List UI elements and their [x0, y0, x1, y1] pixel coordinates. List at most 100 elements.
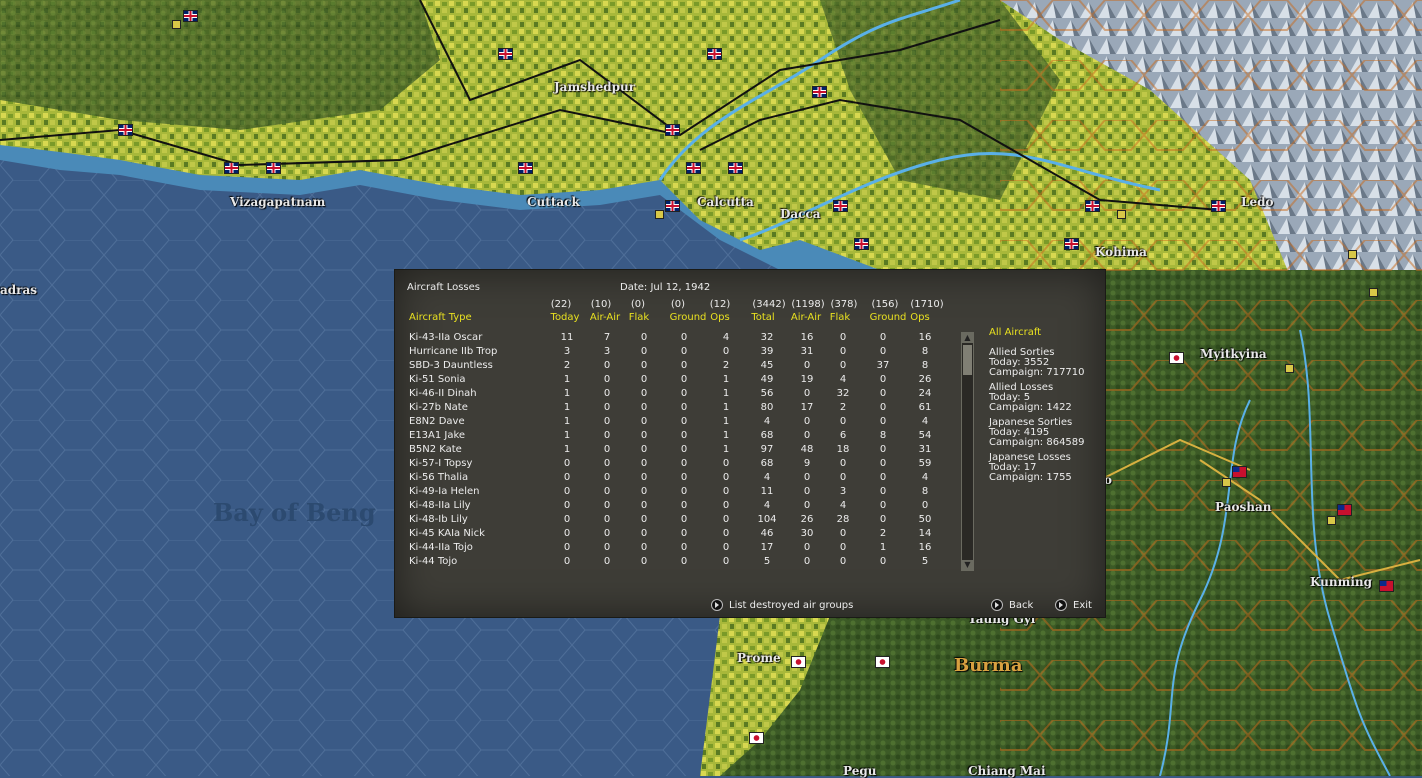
- loss-value-cell: 4: [763, 472, 771, 483]
- loss-value-cell: 8: [921, 486, 929, 497]
- table-row[interactable]: SBD-3 Dauntless 2 0 0 0 2 45 0 0 37 8: [409, 360, 949, 374]
- loss-value-cell: 32: [836, 388, 850, 399]
- british-unit-flag[interactable]: [1085, 200, 1100, 212]
- column-header-total[interactable]: Total: [743, 312, 783, 323]
- column-header-ops[interactable]: Ops: [700, 312, 740, 323]
- list-destroyed-air-groups-button[interactable]: List destroyed air groups: [711, 599, 853, 611]
- table-row[interactable]: B5N2 Kate 1 0 0 0 1 97 48 18 0 31: [409, 444, 949, 458]
- loss-value-cell: 0: [839, 360, 847, 371]
- table-row[interactable]: Ki-44-IIa Tojo 0 0 0 0 0 17 0 0 1 16: [409, 542, 949, 556]
- arrow-icon: [991, 599, 1003, 611]
- british-unit-flag[interactable]: [728, 162, 743, 174]
- british-unit-flag[interactable]: [1064, 238, 1079, 250]
- base-marker[interactable]: [655, 210, 664, 219]
- map-label-paoshan[interactable]: Paoshan: [1215, 500, 1271, 514]
- column-header-aircraft-type[interactable]: Aircraft Type: [409, 312, 472, 323]
- loss-value-cell: 0: [722, 500, 730, 511]
- british-unit-flag[interactable]: [183, 10, 198, 22]
- map-label-calcutta[interactable]: Calcutta: [697, 195, 754, 209]
- table-row[interactable]: Ki-46-II Dinah 1 0 0 0 1 56 0 32 0 24: [409, 388, 949, 402]
- exit-button[interactable]: Exit: [1055, 599, 1092, 611]
- table-row[interactable]: Ki-45 KAIa Nick 0 0 0 0 0 46 30 0 2 14: [409, 528, 949, 542]
- map-label-vizagapatnam[interactable]: Vizagapatnam: [230, 195, 325, 209]
- table-row[interactable]: Ki-56 Thalia 0 0 0 0 0 4 0 0 0 4: [409, 472, 949, 486]
- back-button[interactable]: Back: [991, 599, 1033, 611]
- base-marker[interactable]: [172, 20, 181, 29]
- japanese-unit-flag[interactable]: [875, 656, 890, 668]
- table-row[interactable]: Ki-48-IIa Lily 0 0 0 0 0 4 0 4 0 0: [409, 500, 949, 514]
- map-label-cuttack[interactable]: Cuttack: [527, 195, 580, 209]
- british-unit-flag[interactable]: [707, 48, 722, 60]
- british-unit-flag[interactable]: [686, 162, 701, 174]
- table-row[interactable]: Ki-49-Ia Helen 0 0 0 0 0 11 0 3 0 8: [409, 486, 949, 500]
- loss-value-cell: 8: [921, 360, 929, 371]
- loss-value-cell: 0: [640, 416, 648, 427]
- map-label-jamshedpur[interactable]: Jamshedpur: [554, 80, 635, 94]
- chinese-unit-flag[interactable]: [1337, 504, 1352, 516]
- map-label-bay-of-bengal: Bay of Beng: [213, 498, 376, 527]
- base-marker[interactable]: [1285, 364, 1294, 373]
- table-row[interactable]: E8N2 Dave 1 0 0 0 1 4 0 0 0 4: [409, 416, 949, 430]
- loss-value-cell: 0: [839, 472, 847, 483]
- table-row[interactable]: Ki-48-Ib Lily 0 0 0 0 0 104 26 28 0 50: [409, 514, 949, 528]
- loss-value-cell: 0: [803, 486, 811, 497]
- table-scrollbar[interactable]: ▲ ▼: [961, 332, 974, 571]
- map-label-ledo[interactable]: Ledo: [1241, 195, 1273, 209]
- loss-value-cell: 59: [918, 458, 932, 469]
- chinese-unit-flag[interactable]: [1232, 466, 1247, 478]
- map-label-prome[interactable]: Prome: [737, 651, 781, 665]
- scroll-up-arrow-icon[interactable]: ▲: [962, 333, 973, 343]
- british-unit-flag[interactable]: [224, 162, 239, 174]
- table-row[interactable]: Hurricane IIb Trop 3 3 0 0 0 39 31 0 0 8: [409, 346, 949, 360]
- british-unit-flag[interactable]: [665, 124, 680, 136]
- british-unit-flag[interactable]: [833, 200, 848, 212]
- base-marker[interactable]: [1369, 288, 1378, 297]
- aircraft-type-cell: Ki-51 Sonia: [409, 374, 466, 385]
- british-unit-flag[interactable]: [854, 238, 869, 250]
- column-header-ops-total[interactable]: Ops: [900, 312, 940, 323]
- table-row[interactable]: Ki-27b Nate 1 0 0 0 1 80 17 2 0 61: [409, 402, 949, 416]
- japanese-unit-flag[interactable]: [1169, 352, 1184, 364]
- scroll-thumb[interactable]: [963, 345, 972, 375]
- loss-value-cell: 19: [800, 374, 814, 385]
- map-label-madras[interactable]: adras: [0, 283, 37, 297]
- loss-value-cell: 0: [680, 360, 688, 371]
- chinese-unit-flag[interactable]: [1379, 580, 1394, 592]
- base-marker[interactable]: [1222, 478, 1231, 487]
- map-label-dacca[interactable]: Dacca: [780, 207, 821, 221]
- loss-value-cell: 0: [803, 430, 811, 441]
- table-row[interactable]: Ki-43-IIa Oscar 11 7 0 0 4 32 16 0 0 16: [409, 332, 949, 346]
- british-unit-flag[interactable]: [1211, 200, 1226, 212]
- british-unit-flag[interactable]: [498, 48, 513, 60]
- table-row[interactable]: Ki-57-I Topsy 0 0 0 0 0 68 9 0 0 59: [409, 458, 949, 472]
- base-marker[interactable]: [1117, 210, 1126, 219]
- aircraft-filter-all[interactable]: All Aircraft: [989, 327, 1041, 338]
- japanese-unit-flag[interactable]: [791, 656, 806, 668]
- table-row[interactable]: Ki-44 Tojo 0 0 0 0 0 5 0 0 0 5: [409, 556, 949, 570]
- scroll-down-arrow-icon[interactable]: ▼: [962, 560, 973, 570]
- british-unit-flag[interactable]: [518, 162, 533, 174]
- japanese-unit-flag[interactable]: [749, 732, 764, 744]
- table-row[interactable]: E13A1 Jake 1 0 0 0 1 68 0 6 8 54: [409, 430, 949, 444]
- british-unit-flag[interactable]: [812, 86, 827, 98]
- loss-value-cell: 0: [680, 514, 688, 525]
- table-row[interactable]: Ki-51 Sonia 1 0 0 0 1 49 19 4 0 26: [409, 374, 949, 388]
- map-label-kunming[interactable]: Kunming: [1310, 575, 1372, 589]
- aircraft-type-cell: Hurricane IIb Trop: [409, 346, 498, 357]
- column-header-flak-total[interactable]: Flak: [820, 312, 860, 323]
- loss-value-cell: 0: [879, 416, 887, 427]
- column-header-flak[interactable]: Flak: [619, 312, 659, 323]
- loss-value-cell: 5: [921, 556, 929, 567]
- loss-value-cell: 0: [803, 472, 811, 483]
- british-unit-flag[interactable]: [665, 200, 680, 212]
- base-marker[interactable]: [1348, 250, 1357, 259]
- british-unit-flag[interactable]: [266, 162, 281, 174]
- loss-value-cell: 0: [640, 472, 648, 483]
- base-marker[interactable]: [1327, 516, 1336, 525]
- loss-value-cell: 0: [879, 332, 887, 343]
- column-header-today[interactable]: Today: [545, 312, 585, 323]
- loss-value-cell: 0: [640, 486, 648, 497]
- british-unit-flag[interactable]: [118, 124, 133, 136]
- map-label-myitkyina[interactable]: Myitkyina: [1200, 347, 1267, 361]
- map-label-kohima[interactable]: Kohima: [1095, 245, 1147, 259]
